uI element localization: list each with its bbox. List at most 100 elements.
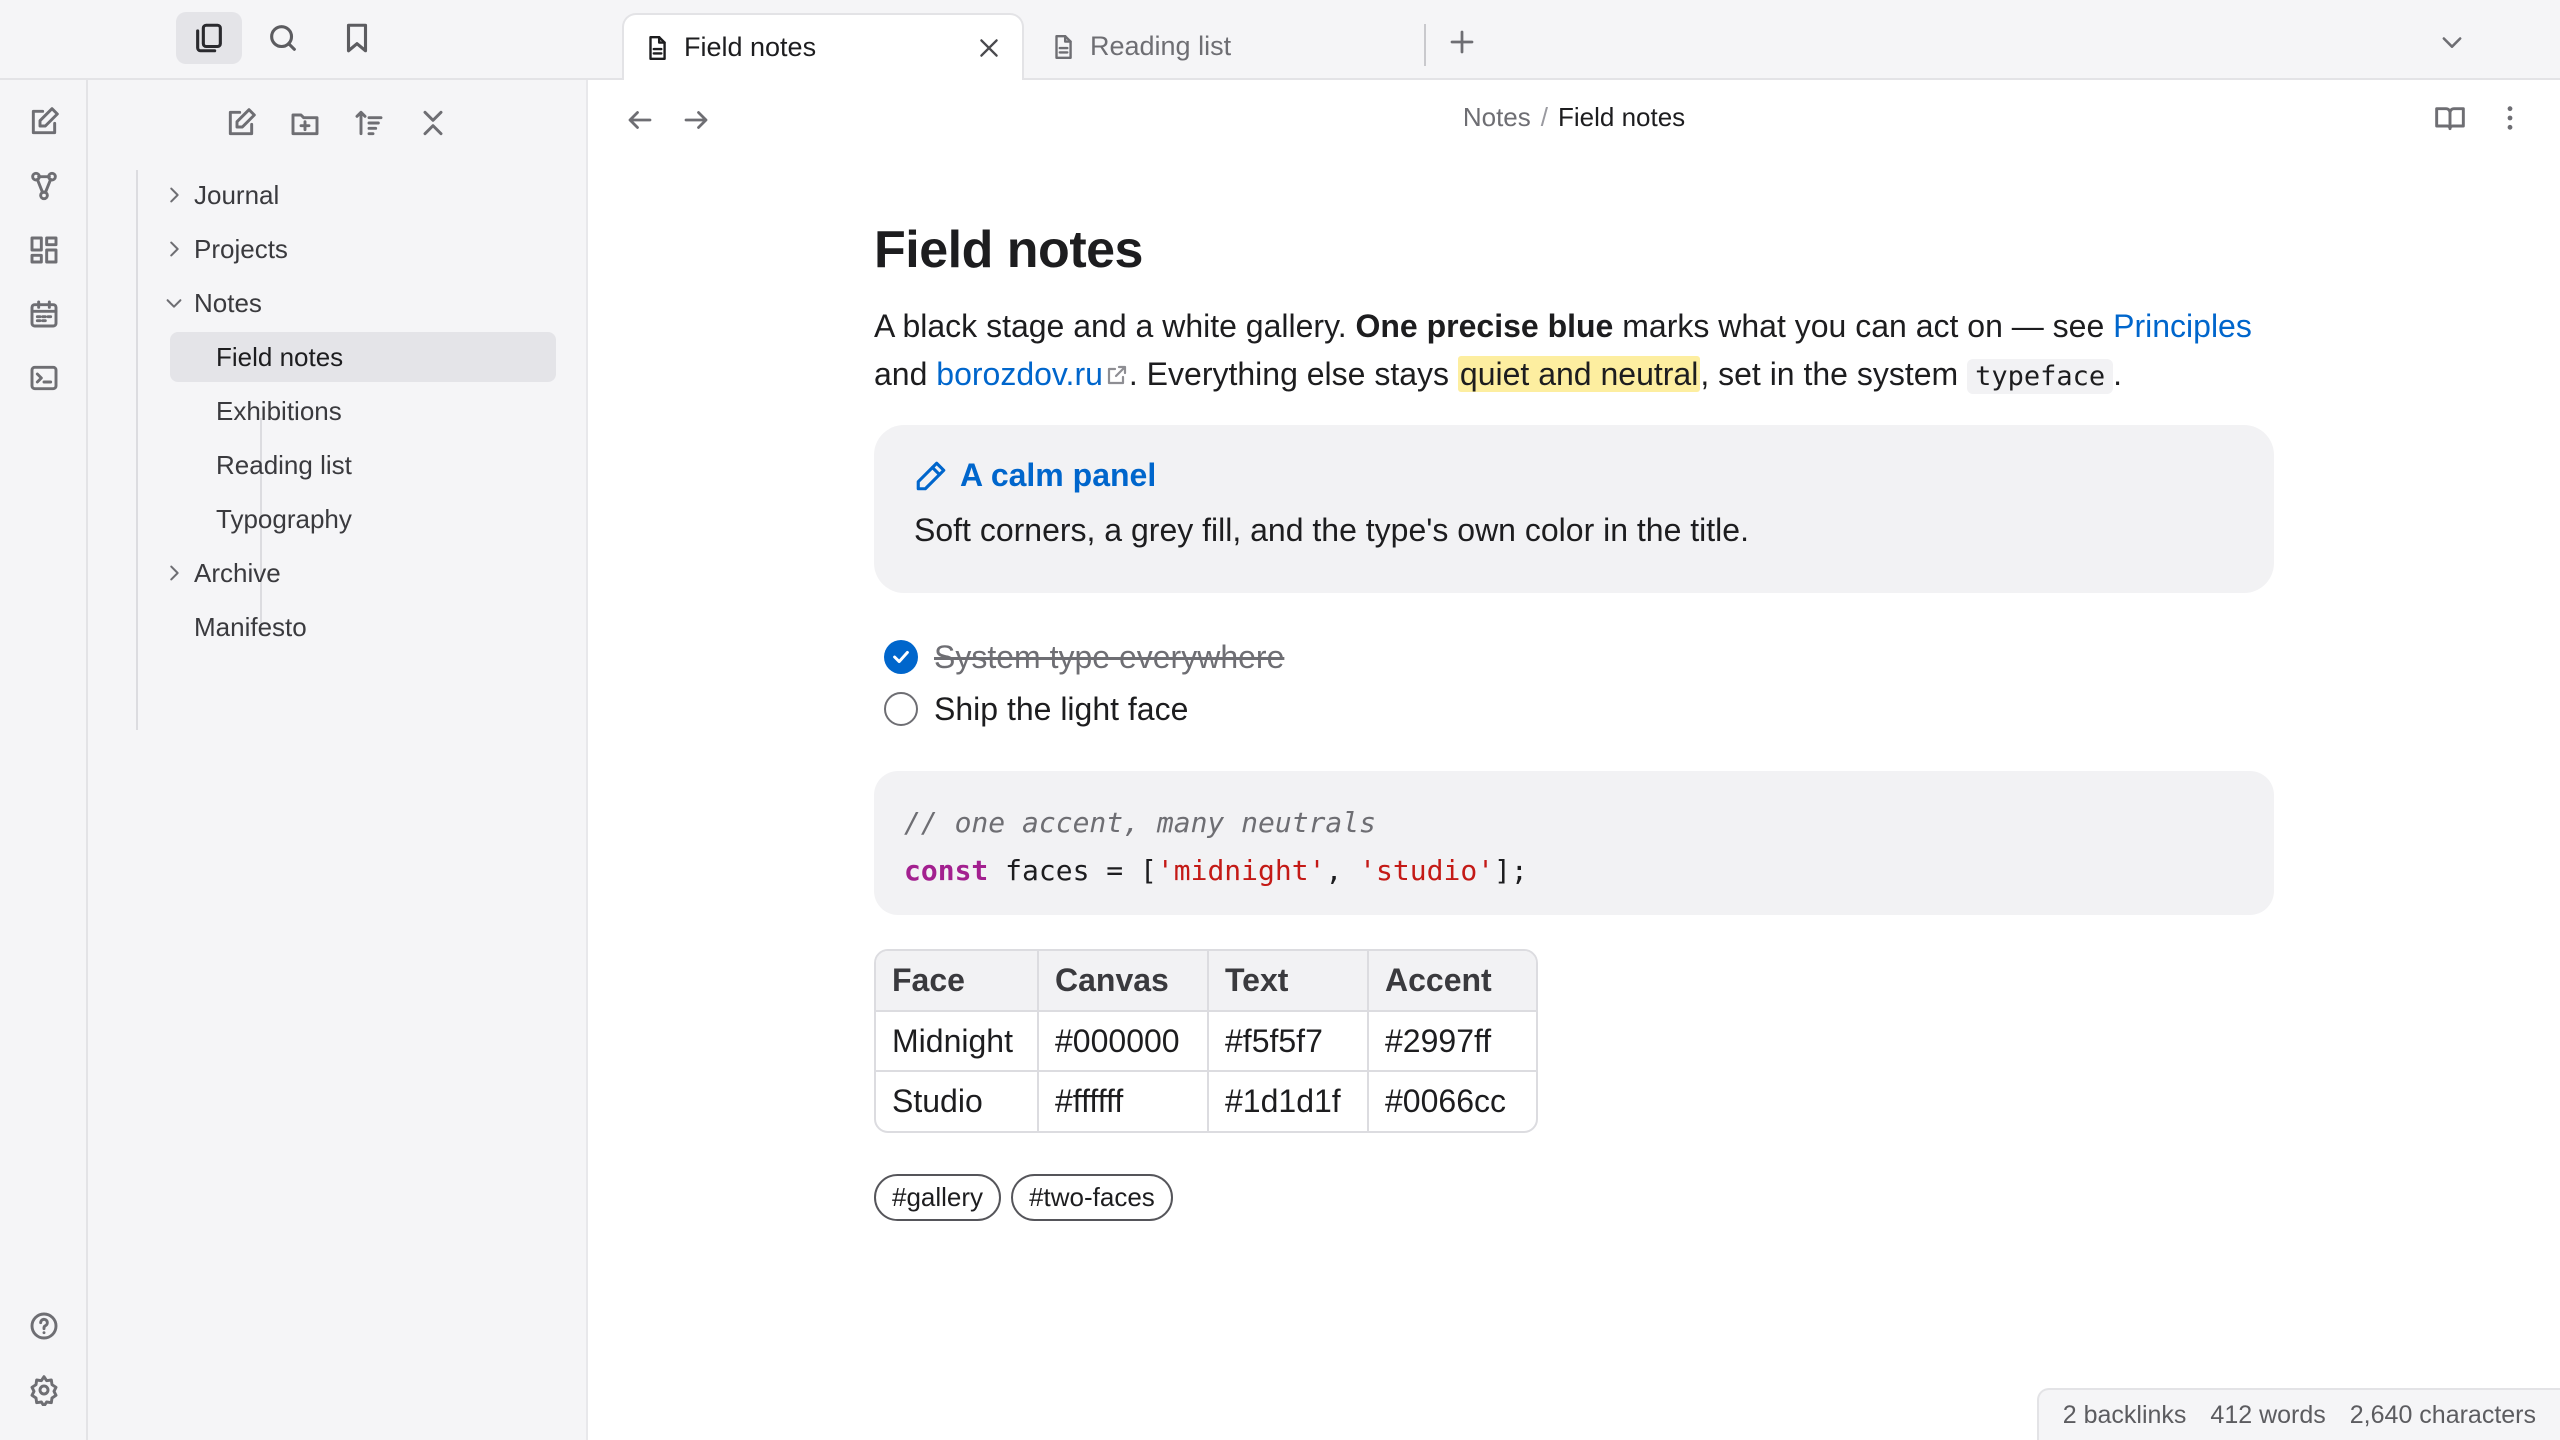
collapse-all-icon[interactable] bbox=[410, 100, 456, 146]
file-explorer: Journal Projects Notes Field notes Exhib… bbox=[88, 80, 588, 1440]
tree-item-label: Typography bbox=[216, 503, 352, 534]
tree-item-label: Reading list bbox=[216, 449, 352, 480]
external-link[interactable]: borozdov.ru bbox=[936, 356, 1103, 392]
tree-item-label: Archive bbox=[194, 557, 281, 588]
status-bar: 2 backlinks 412 words 2,640 characters bbox=[2036, 1388, 2560, 1440]
callout: A calm panel Soft corners, a grey fill, … bbox=[874, 425, 2274, 593]
title-bar: Field notes Reading list bbox=[0, 0, 2560, 80]
text-run: and bbox=[874, 356, 937, 392]
new-note-icon[interactable] bbox=[218, 100, 264, 146]
new-folder-icon[interactable] bbox=[282, 100, 328, 146]
tree-item-label: Exhibitions bbox=[216, 395, 342, 426]
file-exhibitions[interactable]: Exhibitions bbox=[170, 386, 556, 436]
breadcrumb-parent[interactable]: Notes bbox=[1463, 102, 1531, 132]
table-header: Accent bbox=[1367, 951, 1536, 1012]
task-label: System type everywhere bbox=[934, 638, 1285, 675]
ribbon bbox=[0, 80, 88, 1440]
code-string: 'studio' bbox=[1359, 854, 1495, 887]
internal-link-principles[interactable]: Principles bbox=[2113, 308, 2252, 344]
close-icon[interactable] bbox=[976, 35, 1002, 61]
table-cell: #000000 bbox=[1037, 1010, 1209, 1072]
tree-item-label: Projects bbox=[194, 233, 288, 264]
text-run: . Everything else stays bbox=[1128, 356, 1458, 392]
character-count: 2,640 characters bbox=[2349, 1400, 2536, 1429]
code-line: const faces = ['midnight', 'studio']; bbox=[904, 847, 2244, 895]
tab-divider bbox=[1424, 24, 1426, 66]
settings-gear-icon[interactable] bbox=[22, 1368, 66, 1412]
table-cell: #f5f5f7 bbox=[1207, 1010, 1369, 1072]
table-row: Studio #ffffff #1d1d1f #0066cc bbox=[876, 1070, 1536, 1131]
calendar-icon[interactable] bbox=[22, 292, 66, 336]
note-title[interactable]: Field notes bbox=[874, 220, 2274, 280]
table-cell: Studio bbox=[876, 1070, 1039, 1131]
tab-label: Field notes bbox=[684, 32, 817, 62]
callout-body: Soft corners, a grey fill, and the type'… bbox=[914, 512, 1749, 548]
code-block: // one accent, many neutrals const faces… bbox=[874, 771, 2274, 915]
word-count: 412 words bbox=[2210, 1400, 2326, 1429]
tab-reading-list[interactable]: Reading list bbox=[1030, 13, 1432, 80]
inline-code: typeface bbox=[1967, 359, 2114, 394]
dashboard-icon[interactable] bbox=[22, 228, 66, 272]
document-icon bbox=[1050, 34, 1076, 60]
breadcrumb-current[interactable]: Field notes bbox=[1558, 102, 1685, 132]
backlinks-count[interactable]: 2 backlinks bbox=[2063, 1401, 2187, 1430]
folder-projects[interactable]: Projects bbox=[136, 224, 556, 274]
task-label: Ship the light face bbox=[934, 690, 1189, 727]
tag-pill[interactable]: #gallery bbox=[874, 1174, 1002, 1221]
files-icon[interactable] bbox=[176, 12, 242, 64]
text-run: A black stage and a white gallery. bbox=[874, 308, 1356, 344]
code-keyword: const bbox=[904, 854, 989, 887]
explorer-actions bbox=[218, 100, 456, 146]
more-options-icon[interactable] bbox=[2488, 96, 2532, 140]
tree-item-label: Manifesto bbox=[194, 611, 307, 642]
task-item: Ship the light face bbox=[874, 683, 2274, 735]
new-note-icon[interactable] bbox=[22, 100, 66, 144]
tree-item-label: Field notes bbox=[216, 341, 344, 372]
plus-icon[interactable] bbox=[1440, 20, 1484, 64]
breadcrumb: Notes / Field notes bbox=[588, 102, 2560, 133]
checkbox-unchecked[interactable] bbox=[884, 692, 918, 726]
code-string: 'midnight' bbox=[1156, 854, 1326, 887]
table-row: Midnight #000000 #f5f5f7 #2997ff bbox=[876, 1010, 1536, 1072]
file-reading-list[interactable]: Reading list bbox=[170, 440, 556, 490]
code-comment: // one accent, many neutrals bbox=[904, 806, 1377, 839]
view-actions bbox=[2428, 96, 2532, 140]
tab-label: Reading list bbox=[1090, 31, 1232, 61]
file-field-notes[interactable]: Field notes bbox=[170, 332, 556, 382]
reading-view-icon[interactable] bbox=[2428, 96, 2472, 140]
chevron-right-icon bbox=[154, 238, 194, 260]
search-icon[interactable] bbox=[250, 12, 316, 64]
callout-title-text: A calm panel bbox=[960, 457, 1157, 493]
file-manifesto[interactable]: Manifesto bbox=[136, 602, 556, 652]
table-cell: #0066cc bbox=[1367, 1070, 1536, 1131]
checkbox-checked[interactable] bbox=[884, 640, 918, 674]
bookmark-icon[interactable] bbox=[324, 12, 390, 64]
breadcrumb-separator: / bbox=[1540, 102, 1548, 132]
table-header-row: Face Canvas Text Accent bbox=[876, 951, 1536, 1012]
table-header: Face bbox=[876, 951, 1039, 1012]
tree-item-label: Journal bbox=[194, 179, 280, 210]
graph-icon[interactable] bbox=[22, 164, 66, 208]
help-icon[interactable] bbox=[22, 1304, 66, 1348]
document-icon bbox=[644, 35, 670, 61]
chevron-down-icon[interactable] bbox=[2430, 20, 2474, 64]
text-run: . bbox=[2113, 356, 2123, 392]
folder-journal[interactable]: Journal bbox=[136, 170, 556, 220]
tree-item-label: Notes bbox=[194, 287, 262, 318]
table-cell: #ffffff bbox=[1037, 1070, 1209, 1131]
table-cell: Midnight bbox=[876, 1010, 1039, 1072]
tag-pill[interactable]: #two-faces bbox=[1011, 1174, 1173, 1221]
intro-paragraph: A black stage and a white gallery. One p… bbox=[874, 302, 2274, 401]
folder-notes[interactable]: Notes bbox=[136, 278, 556, 328]
tab-field-notes[interactable]: Field notes bbox=[622, 13, 1024, 80]
file-tree: Journal Projects Notes Field notes Exhib… bbox=[136, 170, 556, 656]
terminal-icon[interactable] bbox=[22, 356, 66, 400]
folder-archive[interactable]: Archive bbox=[136, 548, 556, 598]
external-link-icon bbox=[1105, 352, 1129, 400]
file-typography[interactable]: Typography bbox=[170, 494, 556, 544]
text-run: , set in the system bbox=[1700, 356, 1968, 392]
note-document: Field notes A black stage and a white ga… bbox=[874, 220, 2274, 1221]
table-header: Text bbox=[1207, 951, 1369, 1012]
sort-icon[interactable] bbox=[346, 100, 392, 146]
table-cell: #2997ff bbox=[1367, 1010, 1536, 1072]
